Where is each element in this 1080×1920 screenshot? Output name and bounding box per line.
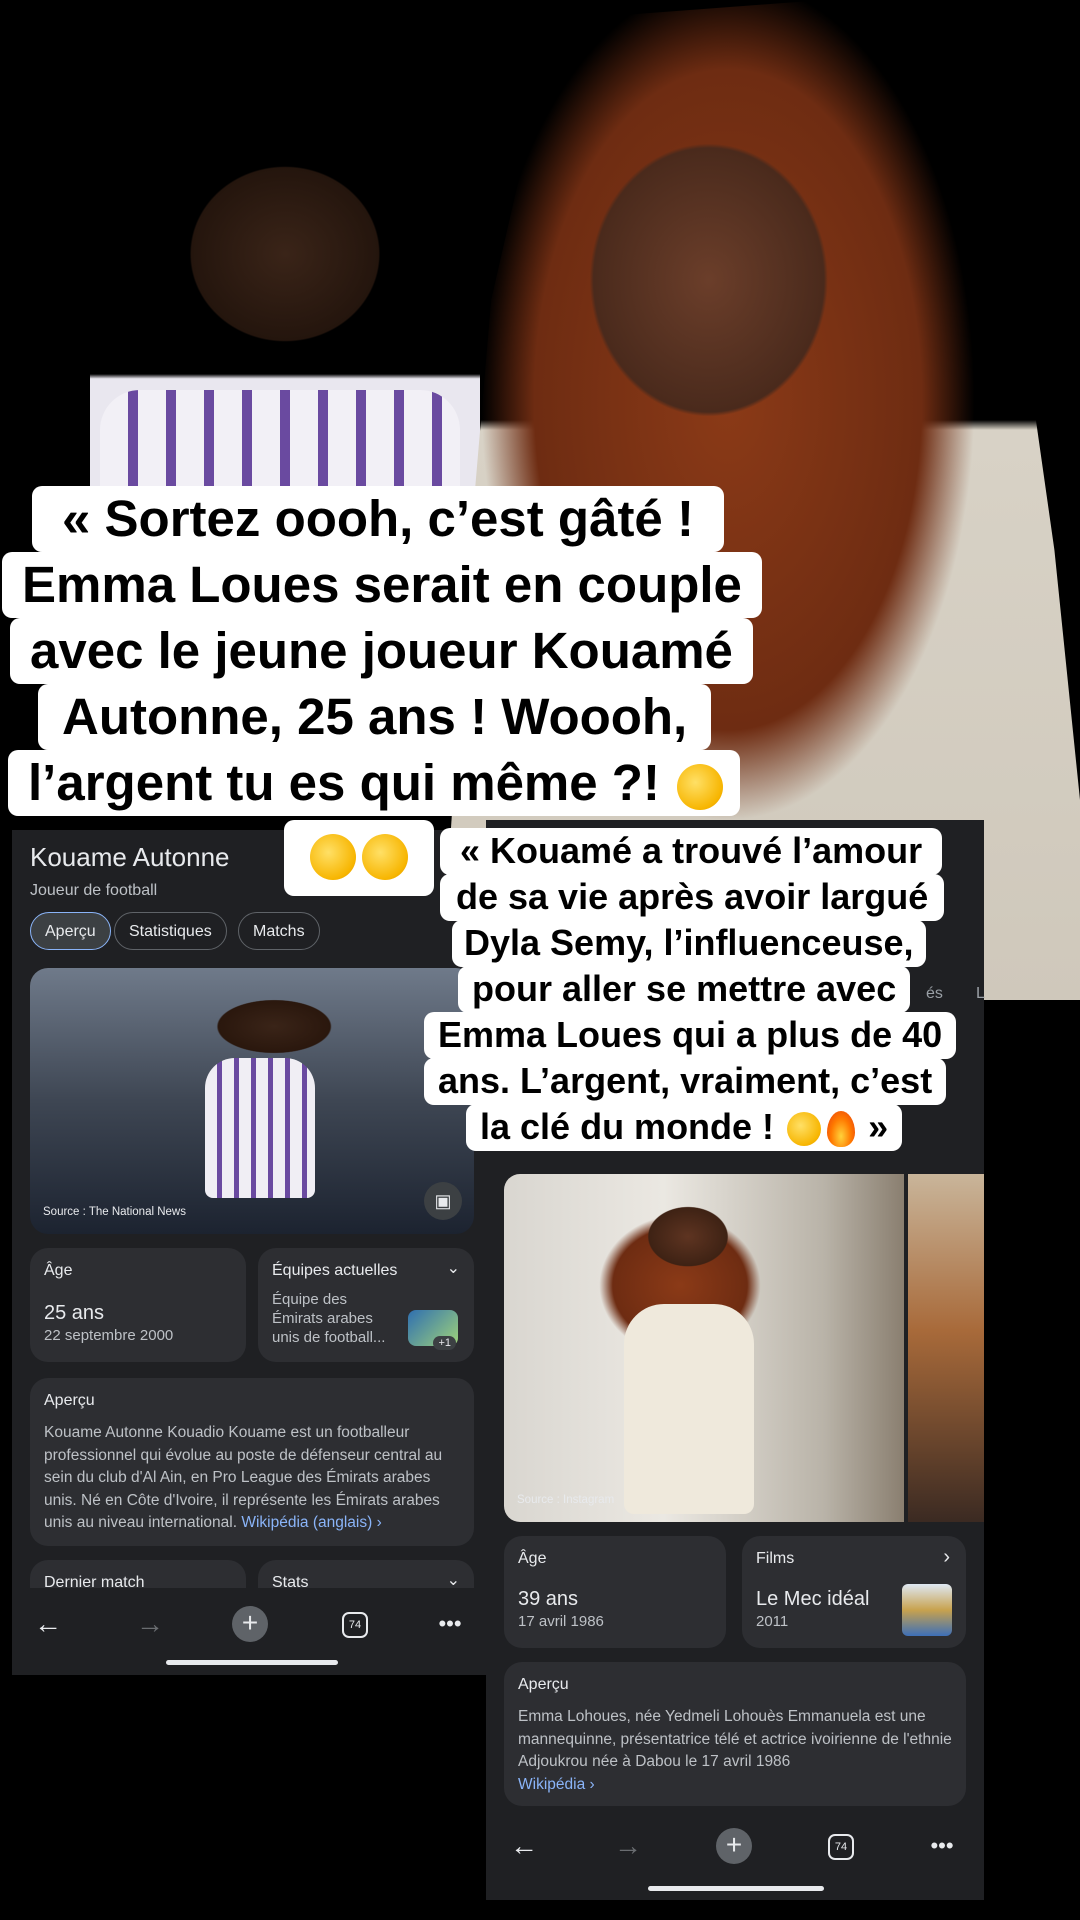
caption-line-5-text: l’argent tu es qui même ?! bbox=[28, 754, 660, 811]
caption2-line-3: Dyla Semy, l’influenceuse, bbox=[452, 920, 926, 967]
caption-line-2: Emma Loues serait en couple bbox=[2, 552, 762, 618]
partial-tab-text-2: L bbox=[976, 985, 985, 1002]
caption-line-5: l’argent tu es qui même ?! bbox=[8, 750, 741, 816]
age-card[interactable]: Âge 25 ans 22 septembre 2000 bbox=[30, 1248, 246, 1362]
age-value: 25 ans bbox=[44, 1302, 105, 1324]
caption-line-4: Autonne, 25 ans ! Woooh, bbox=[38, 684, 712, 750]
dress-shape bbox=[624, 1304, 754, 1514]
chevron-down-icon: ⌄ bbox=[446, 1260, 460, 1277]
image-source: Source : The National News bbox=[43, 1206, 186, 1218]
age-value: 39 ans bbox=[518, 1588, 579, 1610]
tabs-count-button[interactable]: 74 bbox=[828, 1834, 854, 1860]
overview-card: Aperçu Kouame Autonne Kouadio Kouame est… bbox=[30, 1378, 474, 1546]
teams-text: Équipe des Émirats arabes unis de footba… bbox=[272, 1291, 386, 1346]
tab-matchs[interactable]: Matchs bbox=[238, 912, 320, 950]
forward-arrow-icon[interactable]: → bbox=[132, 1606, 168, 1642]
caption2-line-7: la clé du monde ! » bbox=[466, 1104, 903, 1151]
age-card[interactable]: Âge 39 ans 17 avril 1986 bbox=[504, 1536, 726, 1648]
chevron-down-icon: ⌄ bbox=[446, 1572, 460, 1589]
left-search-panel: Kouame Autonne Joueur de football Aperçu… bbox=[12, 830, 486, 1675]
back-arrow-icon[interactable]: ← bbox=[506, 1828, 542, 1864]
home-indicator bbox=[166, 1660, 338, 1665]
partial-tab-text: és bbox=[926, 985, 943, 1002]
more-badge: +1 bbox=[433, 1336, 456, 1350]
films-card[interactable]: Films › Le Mec idéal 2011 bbox=[742, 1536, 966, 1648]
caption2-closing-quote: » bbox=[868, 1106, 889, 1147]
laughing-emoji-icon bbox=[677, 763, 724, 810]
image-gallery-icon[interactable]: ▣ bbox=[424, 1182, 462, 1220]
caption-line-1: « Sortez oooh, c’est gâté ! bbox=[32, 486, 724, 552]
more-menu-icon[interactable]: ••• bbox=[924, 1828, 960, 1864]
caption2-line-6: ans. L’argent, vraiment, c’est bbox=[424, 1058, 947, 1105]
knowledge-title: Kouame Autonne bbox=[30, 842, 230, 872]
player-image[interactable]: Source : The National News ▣ bbox=[30, 968, 474, 1234]
knowledge-subtitle: Joueur de football bbox=[30, 882, 158, 899]
age-label: Âge bbox=[44, 1262, 73, 1279]
actress-image-2[interactable] bbox=[908, 1174, 984, 1522]
laughing-emoji-icon bbox=[362, 833, 408, 880]
films-label: Films bbox=[756, 1550, 795, 1567]
wikipedia-link[interactable]: Wikipédia › bbox=[518, 1776, 595, 1793]
tab-apercu[interactable]: Aperçu bbox=[30, 912, 111, 950]
jersey-shape bbox=[205, 1058, 315, 1198]
bottom-toolbar: ← → + 74 ••• bbox=[486, 1810, 984, 1880]
home-indicator bbox=[648, 1886, 824, 1891]
wikipedia-link[interactable]: Wikipédia (anglais) › bbox=[241, 1514, 381, 1531]
image-source: Source : Instagram bbox=[517, 1494, 615, 1506]
actress-image[interactable]: Source : Instagram bbox=[504, 1174, 904, 1522]
caption-line-6 bbox=[284, 820, 434, 896]
overview-text: Emma Lohoues, née Yedmeli Lohouès Emmanu… bbox=[518, 1708, 952, 1770]
overview-label: Aperçu bbox=[44, 1392, 95, 1409]
teams-label: Équipes actuelles bbox=[272, 1262, 398, 1279]
caption2-line-1: « Kouamé a trouvé l’amour bbox=[440, 828, 943, 875]
tabs-count-button[interactable]: 74 bbox=[342, 1612, 368, 1638]
back-arrow-icon[interactable]: ← bbox=[30, 1606, 66, 1642]
caption2-line-5: Emma Loues qui a plus de 40 bbox=[424, 1012, 957, 1059]
birth-date: 17 avril 1986 bbox=[518, 1613, 604, 1630]
birth-date: 22 septembre 2000 bbox=[44, 1327, 174, 1344]
laughing-emoji-icon bbox=[787, 1112, 822, 1147]
forward-arrow-icon[interactable]: → bbox=[610, 1828, 646, 1864]
caption2-line-7-text: la clé du monde ! bbox=[480, 1106, 775, 1147]
new-tab-plus-icon[interactable]: + bbox=[232, 1606, 268, 1642]
more-menu-icon[interactable]: ••• bbox=[432, 1606, 468, 1642]
bottom-toolbar: ← → + 74 ••• bbox=[12, 1588, 486, 1658]
tab-statistiques[interactable]: Statistiques bbox=[114, 912, 227, 950]
overview-label: Aperçu bbox=[518, 1676, 569, 1693]
age-label: Âge bbox=[518, 1550, 547, 1567]
overview-card: Aperçu Emma Lohoues, née Yedmeli Lohouès… bbox=[504, 1662, 966, 1806]
chevron-right-icon: › bbox=[943, 1546, 950, 1568]
caption2-line-4: pour aller se mettre avec bbox=[458, 966, 911, 1013]
new-tab-plus-icon[interactable]: + bbox=[716, 1828, 752, 1864]
caption-line-3: avec le jeune joueur Kouamé bbox=[10, 618, 753, 684]
fire-emoji-icon bbox=[827, 1111, 856, 1148]
teams-card[interactable]: Équipes actuelles ⌄ Équipe des Émirats a… bbox=[258, 1248, 474, 1362]
caption2-line-2: de sa vie après avoir largué bbox=[440, 874, 945, 921]
laughing-emoji-icon bbox=[310, 833, 356, 880]
film-poster bbox=[902, 1584, 952, 1636]
